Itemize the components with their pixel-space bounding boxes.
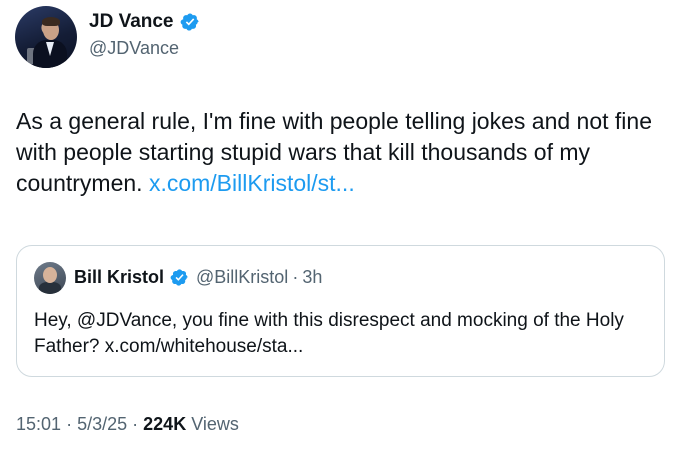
tweet-time[interactable]: 15:01 [16, 414, 61, 434]
quote-timestamp[interactable]: 3h [302, 267, 322, 288]
author-name[interactable]: JD Vance [89, 11, 174, 33]
quote-header: Bill Kristol @BillKristol · 3h [74, 267, 322, 288]
tweet-text: As a general rule, I'm fine with people … [16, 106, 666, 199]
quote-avatar-head [43, 267, 57, 283]
author-handle[interactable]: @JDVance [89, 38, 179, 59]
views-label[interactable]: Views [191, 414, 239, 434]
author-avatar[interactable] [15, 6, 77, 68]
quote-separator: · [292, 267, 299, 287]
verified-badge-icon [170, 269, 188, 286]
quoted-tweet[interactable]: Bill Kristol @BillKristol · 3h Hey, @JDV… [16, 245, 665, 377]
avatar-hair [42, 17, 60, 26]
tweet-link[interactable]: x.com/BillKristol/st... [149, 170, 355, 196]
tweet-date[interactable]: 5/3/25 [77, 414, 127, 434]
quote-link[interactable]: x.com/whitehouse/sta... [105, 336, 304, 357]
quote-avatar[interactable] [34, 262, 66, 294]
author-name-row[interactable]: JD Vance [89, 11, 200, 33]
quote-text: Hey, @JDVance, you fine with this disres… [34, 308, 654, 360]
meta-separator: · [66, 414, 73, 434]
meta-separator: · [132, 414, 139, 434]
quote-avatar-body [39, 282, 61, 294]
tweet-meta: 15:01 · 5/3/25 · 224K Views [16, 414, 239, 435]
verified-badge-icon [180, 13, 199, 31]
views-count[interactable]: 224K [143, 414, 186, 434]
quote-author-handle[interactable]: @BillKristol [196, 267, 288, 288]
quote-author-name[interactable]: Bill Kristol [74, 267, 164, 288]
